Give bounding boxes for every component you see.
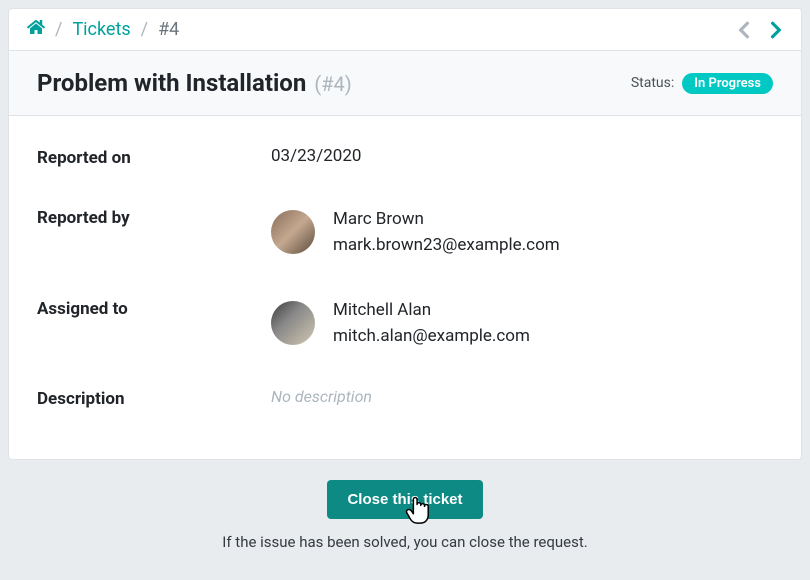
- page-title-number: (#4): [314, 72, 351, 96]
- avatar: [271, 301, 315, 345]
- breadcrumb-sep: /: [55, 19, 62, 40]
- status-label: Status:: [631, 75, 674, 91]
- close-help-text: If the issue has been solved, you can cl…: [8, 533, 802, 551]
- reported-on-value: 03/23/2020: [271, 146, 361, 166]
- breadcrumb-sep: /: [141, 19, 148, 40]
- page-title: Problem with Installation: [37, 69, 306, 97]
- reported-by-name: Marc Brown: [333, 206, 560, 232]
- breadcrumb-current: #4: [158, 19, 179, 40]
- close-ticket-button[interactable]: Close this ticket: [327, 480, 482, 519]
- description-label: Description: [37, 387, 271, 409]
- reported-by-label: Reported by: [37, 206, 271, 228]
- assigned-to-email: mitch.alan@example.com: [333, 323, 530, 349]
- status-badge: In Progress: [682, 73, 773, 94]
- breadcrumb-tickets[interactable]: Tickets: [72, 19, 130, 40]
- assigned-to-label: Assigned to: [37, 297, 271, 319]
- breadcrumb: / Tickets / #4: [27, 19, 179, 40]
- next-ticket-icon[interactable]: [769, 20, 783, 40]
- reported-by-email: mark.brown23@example.com: [333, 232, 560, 258]
- home-icon[interactable]: [27, 19, 45, 40]
- reported-on-label: Reported on: [37, 146, 271, 168]
- assigned-to-name: Mitchell Alan: [333, 297, 530, 323]
- avatar: [271, 210, 315, 254]
- prev-ticket-icon[interactable]: [737, 20, 751, 40]
- description-value: No description: [271, 387, 372, 406]
